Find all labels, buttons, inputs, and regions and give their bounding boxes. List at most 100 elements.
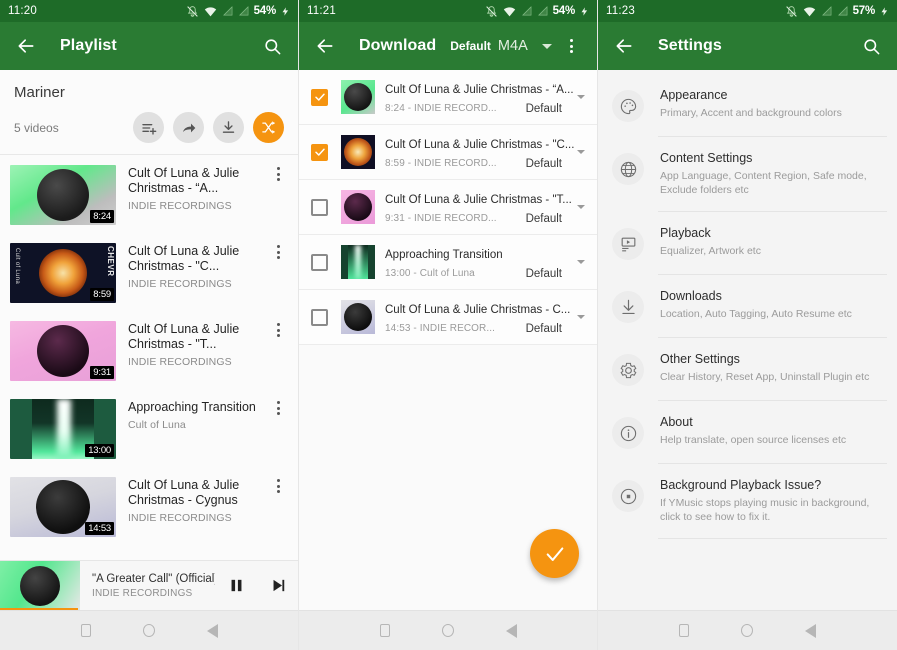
appbar-download: Download Default M4A (299, 22, 597, 70)
wifi-icon (803, 5, 816, 18)
row-quality[interactable]: Default (526, 103, 566, 115)
circle-home-icon[interactable] (741, 624, 753, 637)
format-selector[interactable]: Default M4A (450, 38, 528, 54)
table-row[interactable]: 9:31 Cult Of Luna & Julie Christmas - "T… (0, 311, 298, 389)
mini-player[interactable]: "A Greater Call" (Official) INDIE RECORD… (0, 560, 299, 610)
video-thumbnail: 9:31 (10, 321, 116, 381)
pause-button[interactable] (215, 577, 257, 594)
settings-item-subtitle: Location, Auto Tagging, Auto Resume etc (660, 307, 881, 321)
chevron-down-icon[interactable] (542, 44, 552, 49)
back-button[interactable] (10, 30, 42, 62)
palette-icon (612, 90, 644, 122)
row-quality[interactable]: Default (526, 158, 566, 170)
back-button[interactable] (309, 30, 341, 62)
charging-bolt-icon (580, 5, 589, 18)
video-overflow-button[interactable] (266, 320, 290, 340)
row-quality[interactable]: Default (526, 323, 566, 335)
chevron-down-icon[interactable] (577, 205, 585, 209)
overflow-menu-button[interactable] (555, 30, 587, 62)
square-recents-icon[interactable] (81, 624, 91, 637)
add-to-queue-button[interactable] (133, 112, 164, 143)
playback-icon (612, 228, 644, 260)
triangle-back-icon[interactable] (207, 624, 218, 638)
settings-item-content-settings[interactable]: Content Settings App Language, Content R… (598, 137, 897, 211)
confirm-download-fab[interactable] (530, 529, 579, 578)
chevron-down-icon[interactable] (577, 315, 585, 319)
video-overflow-button[interactable] (266, 164, 290, 184)
row-meta: 8:59 - INDIE RECORD... (385, 158, 497, 169)
appbar-playlist: Playlist (0, 22, 298, 70)
row-checkbox[interactable] (311, 89, 328, 106)
wifi-icon (204, 5, 217, 18)
settings-item-playback[interactable]: Playback Equalizer, Artwork etc (598, 212, 897, 274)
album-orb (20, 566, 60, 606)
square-recents-icon[interactable] (679, 624, 689, 637)
album-art-artist: Cult of Luna (14, 248, 20, 284)
video-overflow-button[interactable] (266, 242, 290, 262)
settings-item-title: About (660, 415, 881, 429)
settings-item-title: Content Settings (660, 151, 881, 165)
share-button[interactable] (173, 112, 204, 143)
status-clock: 11:21 (307, 5, 336, 17)
settings-item-background-playback[interactable]: Background Playback Issue? If YMusic sto… (598, 464, 897, 538)
skip-next-icon (270, 577, 287, 594)
settings-item-text: Other Settings Clear History, Reset App,… (644, 352, 881, 384)
row-quality[interactable]: Default (526, 268, 566, 280)
search-button[interactable] (256, 30, 288, 62)
settings-item-subtitle: If YMusic stops playing music in backgro… (660, 496, 881, 524)
page-title: Settings (658, 37, 722, 55)
list-item[interactable]: Cult Of Luna & Julie Christmas - “A... 8… (299, 70, 597, 125)
mute-icon (186, 5, 199, 18)
mute-icon (785, 5, 798, 18)
search-icon (263, 37, 282, 56)
table-row[interactable]: 14:53 Cult Of Luna & Julie Christmas - C… (0, 467, 298, 545)
settings-item-other-settings[interactable]: Other Settings Clear History, Reset App,… (598, 338, 897, 400)
settings-item-text: Background Playback Issue? If YMusic sto… (644, 478, 881, 524)
back-button[interactable] (608, 30, 640, 62)
format-value: M4A (498, 38, 528, 54)
list-item[interactable]: Cult Of Luna & Julie Christmas - C... 14… (299, 290, 597, 345)
row-text: Cult Of Luna & Julie Christmas - C... 14… (375, 300, 566, 335)
panel-download: 11:21 54% Download Default M4A (299, 0, 598, 650)
list-item[interactable]: Cult Of Luna & Julie Christmas - "T... 9… (299, 180, 597, 235)
row-thumbnail (341, 135, 375, 169)
table-row[interactable]: 8:24 Cult Of Luna & Julie Christmas - “A… (0, 155, 298, 233)
row-quality[interactable]: Default (526, 213, 566, 225)
chevron-down-icon[interactable] (577, 260, 585, 264)
video-channel: INDIE RECORDINGS (128, 356, 266, 368)
chevron-down-icon[interactable] (577, 150, 585, 154)
list-item[interactable]: Cult Of Luna & Julie Christmas - "C... 8… (299, 125, 597, 180)
download-icon (221, 120, 236, 135)
album-orb (37, 325, 89, 377)
next-button[interactable] (257, 577, 299, 594)
row-checkbox[interactable] (311, 309, 328, 326)
triangle-back-icon[interactable] (805, 624, 816, 638)
album-orb (36, 480, 90, 534)
android-nav-bar (0, 610, 299, 650)
list-item[interactable]: Approaching Transition 13:00 - Cult of L… (299, 235, 597, 290)
settings-item-appearance[interactable]: Appearance Primary, Accent and backgroun… (598, 74, 897, 136)
circle-home-icon[interactable] (143, 624, 155, 637)
video-text: Cult Of Luna & Julie Christmas - "C... I… (116, 242, 266, 290)
download-button[interactable] (213, 112, 244, 143)
settings-item-text: About Help translate, open source licens… (644, 415, 881, 447)
circle-home-icon[interactable] (442, 624, 454, 637)
row-thumbnail (341, 80, 375, 114)
shuffle-button[interactable] (253, 112, 284, 143)
settings-item-about[interactable]: About Help translate, open source licens… (598, 401, 897, 463)
search-button[interactable] (855, 30, 887, 62)
row-checkbox[interactable] (311, 254, 328, 271)
settings-item-downloads[interactable]: Downloads Location, Auto Tagging, Auto R… (598, 275, 897, 337)
row-text: Approaching Transition 13:00 - Cult of L… (375, 245, 566, 280)
table-row[interactable]: CHEVR Cult of Luna 8:59 Cult Of Luna & J… (0, 233, 298, 311)
chevron-down-icon[interactable] (577, 95, 585, 99)
square-recents-icon[interactable] (380, 624, 390, 637)
triangle-back-icon[interactable] (506, 624, 517, 638)
row-checkbox[interactable] (311, 199, 328, 216)
row-checkbox[interactable] (311, 144, 328, 161)
now-playing-title: "A Greater Call" (Official) (92, 573, 215, 585)
video-overflow-button[interactable] (266, 476, 290, 496)
video-overflow-button[interactable] (266, 398, 290, 418)
table-row[interactable]: 13:00 Approaching Transition Cult of Lun… (0, 389, 298, 467)
settings-item-title: Downloads (660, 289, 881, 303)
